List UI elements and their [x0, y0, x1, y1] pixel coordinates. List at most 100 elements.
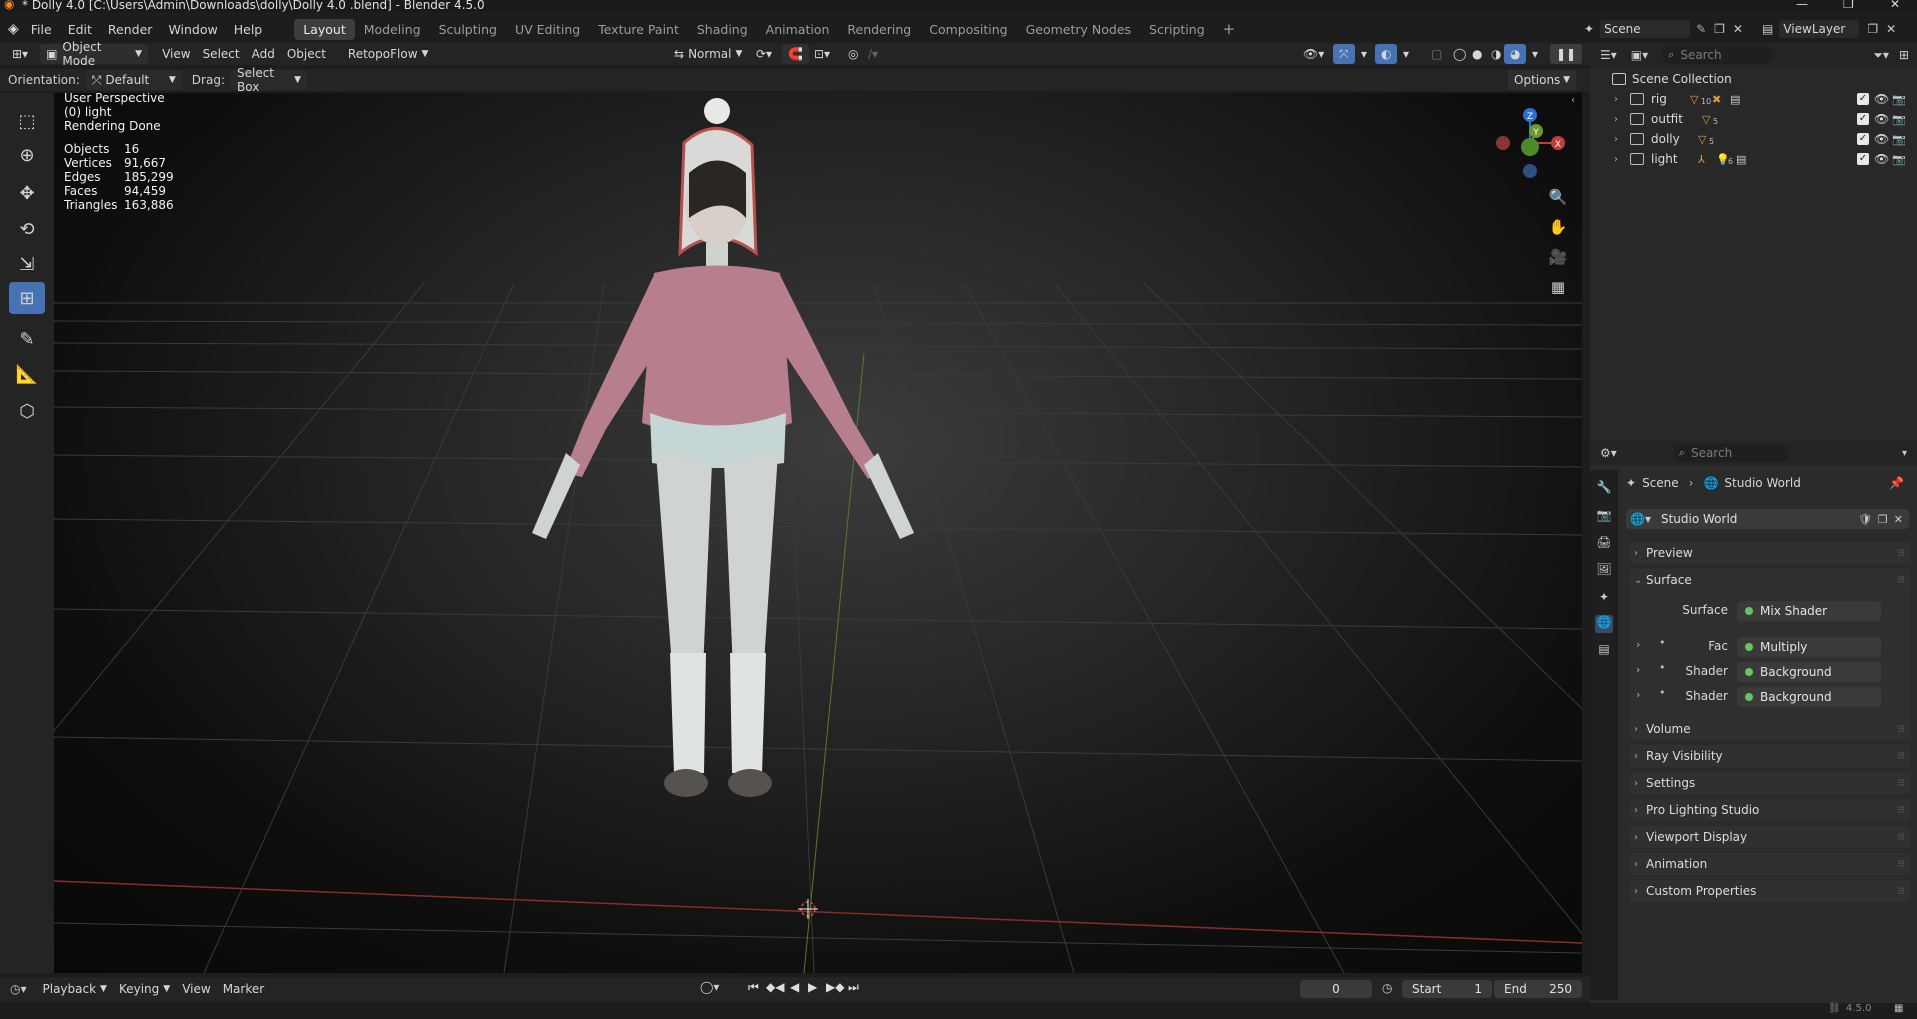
surface-shader-field[interactable]: Mix Shader [1737, 601, 1881, 621]
tool-tab-icon[interactable]: 🔧 [1595, 480, 1613, 498]
play-reverse-icon[interactable]: ◀ [790, 980, 799, 994]
drag-grip-icon[interactable]: ⁝⁝⁝ [1897, 548, 1904, 559]
scale-icon[interactable]: ⇲ [9, 248, 45, 280]
world-name[interactable]: Studio World [1661, 512, 1851, 526]
chevron-right-icon[interactable]: › [1614, 114, 1618, 125]
xray-toggle-icon[interactable]: ▢ [1425, 44, 1448, 64]
move-icon[interactable]: ✥ [9, 177, 45, 209]
menu-help[interactable]: Help [226, 22, 271, 37]
menu-add[interactable]: Add [246, 44, 281, 64]
output-tab-icon[interactable]: 🖨 [1595, 535, 1613, 553]
add-cube-icon[interactable]: ⬡ [9, 395, 45, 427]
filter-icon[interactable]: ⏷▾ [1873, 48, 1889, 63]
play-icon[interactable]: ▶ [808, 980, 817, 994]
properties-editor-icon[interactable]: ⚙▾ [1600, 446, 1617, 460]
snap-target-icon[interactable]: ⊡▾ [808, 44, 836, 64]
menu-object[interactable]: Object [281, 44, 332, 64]
overlay-toggle-icon[interactable]: ◐ [1375, 44, 1398, 64]
outliner-editor-icon[interactable]: ☰▾ [1600, 48, 1617, 62]
blender-menu-icon[interactable]: ◈ [8, 21, 19, 37]
chevron-right-icon[interactable]: › [1614, 134, 1618, 145]
transform-orientation-dropdown[interactable]: ⇆ Normal ▼ [668, 44, 748, 64]
tab-uv-editing[interactable]: UV Editing [506, 19, 589, 40]
menu-file[interactable]: File [23, 22, 60, 37]
shader-field-1[interactable]: Background [1737, 662, 1881, 682]
prev-keyframe-icon[interactable]: ◆◀ [766, 980, 784, 994]
outliner-row-rig[interactable]: › rig ▽ 10 ✖ ▤ ✓ 👁 📷 [1590, 89, 1917, 109]
jump-end-icon[interactable]: ⏭ [848, 980, 859, 995]
add-workspace-icon[interactable]: + [1214, 17, 1245, 41]
new-scene-icon[interactable]: ❐ [1714, 22, 1725, 36]
pin-icon[interactable]: ✎ [1696, 22, 1706, 36]
display-mode-icon[interactable]: ▣▾ [1631, 48, 1648, 62]
menu-select[interactable]: Select [197, 44, 246, 64]
gizmo-toggle-icon[interactable]: ⤧ [1333, 44, 1355, 64]
current-frame-field[interactable]: 0 [1300, 980, 1372, 998]
navigation-gizmo[interactable]: Z Y X [1490, 101, 1570, 181]
exclude-checkbox[interactable]: ✓ [1857, 93, 1869, 105]
3d-viewport[interactable]: User Perspective (0) light Rendering Don… [54, 93, 1582, 973]
scene-name[interactable]: Scene [1600, 20, 1691, 38]
camera-icon[interactable]: 📷 [1892, 153, 1906, 166]
next-keyframe-icon[interactable]: ▶◆ [826, 980, 844, 994]
menu-window[interactable]: Window [160, 22, 225, 37]
camera-icon[interactable]: 📷 [1892, 113, 1906, 126]
pivot-point-icon[interactable]: ⟳▾ [750, 44, 778, 64]
minimize-icon[interactable]: — [1796, 0, 1808, 11]
scene-selector[interactable]: ✦ Scene ✎ ❐ ✕ [1584, 18, 1743, 40]
jump-start-icon[interactable]: ⏮ [748, 980, 759, 995]
marker-menu[interactable]: Marker [217, 979, 270, 999]
menu-edit[interactable]: Edit [60, 22, 100, 37]
chevron-down-icon[interactable]: ▾ [1902, 448, 1907, 459]
new-collection-icon[interactable]: ⊞ [1899, 48, 1909, 62]
eye-icon[interactable]: 👁 [1874, 132, 1889, 146]
annotate-icon[interactable]: ✎ [9, 323, 45, 355]
tab-compositing[interactable]: Compositing [920, 19, 1016, 40]
drag-grip-icon[interactable]: ⁝⁝⁝ [1897, 832, 1904, 843]
close-icon[interactable]: ✕ [1890, 0, 1900, 11]
pin-icon[interactable]: 📌 [1889, 476, 1904, 490]
drag-grip-icon[interactable]: ⁝⁝⁝ [1897, 724, 1904, 735]
collection-name[interactable]: rig [1651, 92, 1667, 106]
options-dropdown[interactable]: Options ▼ [1508, 70, 1576, 90]
outliner-row-dolly[interactable]: › dolly ▽ 5 ✓ 👁 📷 [1590, 129, 1917, 149]
maximize-icon[interactable]: ❐ [1843, 0, 1854, 11]
world-tab-icon[interactable]: 🌐 [1595, 615, 1613, 633]
preview-range-icon[interactable]: ◷ [1382, 981, 1392, 995]
pan-hand-icon[interactable]: ✋ [1547, 218, 1569, 240]
character-model[interactable] [524, 93, 964, 953]
orientation-dropdown[interactable]: ⤱ Default ▼ [85, 70, 182, 90]
fake-user-icon[interactable]: 🛡 [1858, 513, 1872, 526]
tab-geometry-nodes[interactable]: Geometry Nodes [1017, 19, 1140, 40]
panel-viewport-display[interactable]: › Viewport Display ⁝⁝⁝ [1630, 826, 1910, 848]
chevron-right-icon[interactable]: › [1614, 94, 1618, 105]
tab-modeling[interactable]: Modeling [355, 19, 430, 40]
outliner-search[interactable]: ⌕ Search [1662, 46, 1775, 64]
measure-icon[interactable]: 📐 [9, 358, 45, 390]
collection-tab-icon[interactable]: ▤ [1595, 642, 1613, 660]
drag-grip-icon[interactable]: ⁝⁝⁝ [1897, 751, 1904, 762]
editor-type-icon[interactable]: ⊞▾ [6, 44, 34, 64]
properties-search[interactable]: ⌕ Search [1672, 444, 1789, 462]
timeline-editor-icon[interactable]: ◷▾ [10, 982, 27, 996]
cursor-icon[interactable]: ⊕ [9, 139, 45, 171]
camera-icon[interactable]: 📷 [1892, 133, 1906, 146]
collection-name[interactable]: dolly [1651, 132, 1680, 146]
zoom-icon[interactable]: 🔍 [1547, 188, 1569, 210]
world-selector[interactable]: 🌐▾ Studio World 🛡 ❐ ✕ [1626, 509, 1909, 529]
select-box-icon[interactable]: ⬚ [9, 105, 45, 137]
panel-ray-visibility[interactable]: › Ray Visibility ⁝⁝⁝ [1630, 745, 1910, 767]
outliner-row-outfit[interactable]: › outfit ▽ 5 ✓ 👁 📷 [1590, 109, 1917, 129]
render-tab-icon[interactable]: 📷 [1595, 508, 1613, 526]
drag-grip-icon[interactable]: ⁝⁝⁝ [1897, 805, 1904, 816]
rendered-shading-icon[interactable]: ◕ [1504, 44, 1527, 64]
tab-texture-paint[interactable]: Texture Paint [589, 19, 688, 40]
shader-field-2[interactable]: Background [1737, 687, 1881, 707]
new-viewlayer-icon[interactable]: ❐ [1867, 22, 1878, 36]
drag-grip-icon[interactable]: ⁝⁝⁝ [1897, 886, 1904, 897]
viewlayer-name[interactable]: ViewLayer [1779, 20, 1860, 38]
delete-viewlayer-icon[interactable]: ✕ [1886, 22, 1896, 36]
eye-icon[interactable]: 👁 [1874, 112, 1889, 126]
delete-scene-icon[interactable]: ✕ [1733, 22, 1743, 36]
chevron-down-icon[interactable]: ▾ [1355, 44, 1373, 64]
